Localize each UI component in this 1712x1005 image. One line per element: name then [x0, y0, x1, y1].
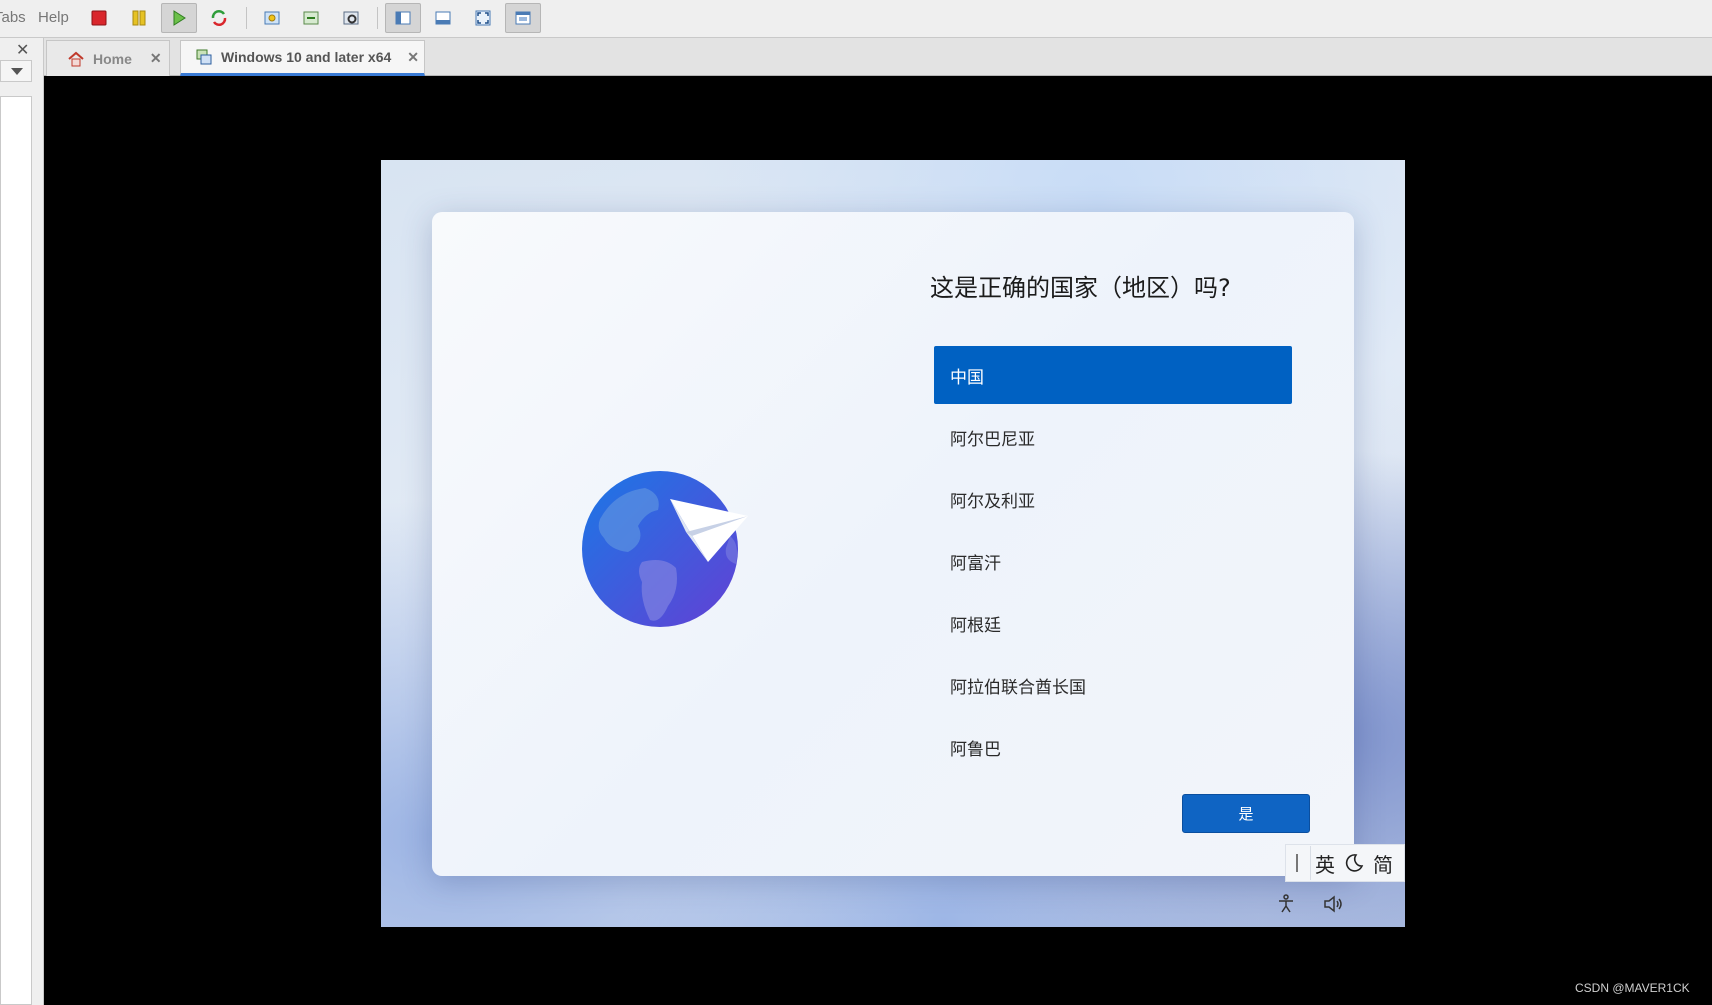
fullscreen-button[interactable] — [465, 3, 501, 33]
snapshot-manager-icon — [303, 11, 319, 25]
close-icon[interactable]: ✕ — [407, 49, 419, 66]
tab-home-label: Home — [93, 50, 132, 67]
console-view-icon — [435, 11, 451, 25]
revert-snapshot-button[interactable] — [293, 3, 329, 33]
list-item[interactable]: 阿尔及利亚 — [934, 468, 1292, 530]
menu-tabs[interactable]: Tabs — [0, 9, 26, 26]
library-dropdown[interactable] — [0, 60, 32, 82]
fullscreen-icon — [475, 10, 491, 26]
moon-icon[interactable] — [1343, 852, 1365, 874]
snapshot-button[interactable] — [254, 3, 290, 33]
settings-icon — [343, 11, 359, 25]
pause-button[interactable] — [121, 3, 157, 33]
sidebar-view-button[interactable] — [385, 3, 421, 33]
console-view-button[interactable] — [425, 3, 461, 33]
snapshot-icon — [264, 11, 280, 25]
list-item[interactable]: 阿鲁巴 — [934, 716, 1292, 778]
sidebar-view-icon — [395, 11, 411, 25]
list-item[interactable]: 阿富汗 — [934, 530, 1292, 592]
vm-settings-button[interactable] — [333, 3, 369, 33]
vm-display[interactable]: 这是正确的国家（地区）吗? 中国 阿尔巴尼亚 阿尔及利亚 阿富汗 阿根廷 阿拉伯… — [381, 160, 1405, 927]
close-icon[interactable]: ✕ — [150, 50, 162, 67]
vm-icon — [196, 49, 212, 65]
list-item[interactable]: 阿根廷 — [934, 592, 1292, 654]
home-icon — [68, 51, 84, 66]
ime-drag-handle[interactable] — [1296, 854, 1298, 872]
restart-icon — [211, 10, 227, 26]
ime-mode-toggle[interactable]: 英 — [1315, 849, 1335, 878]
host-toolbar: Tabs Help — [0, 0, 1712, 38]
library-panel: ✕ — [0, 38, 44, 1005]
play-button[interactable] — [161, 3, 197, 33]
play-icon — [173, 10, 186, 26]
setup-card: 这是正确的国家（地区）吗? 中国 阿尔巴尼亚 阿尔及利亚 阿富汗 阿根廷 阿拉伯… — [432, 212, 1354, 876]
list-item[interactable]: 中国 — [934, 346, 1292, 404]
library-tree[interactable] — [0, 96, 32, 1005]
list-item[interactable]: 阿尔巴尼亚 — [934, 406, 1292, 468]
yes-button[interactable]: 是 — [1182, 794, 1310, 833]
close-library-icon[interactable]: ✕ — [16, 40, 29, 59]
restart-button[interactable] — [201, 3, 237, 33]
tab-bar: Home ✕ Windows 10 and later x64 ✕ — [44, 38, 1712, 76]
ime-toolbar: 英 简 — [1285, 844, 1405, 882]
globe-illustration — [582, 471, 748, 627]
tab-home[interactable]: Home ✕ — [46, 40, 170, 76]
menu-help[interactable]: Help — [38, 9, 69, 26]
chevron-down-icon — [11, 68, 23, 75]
ime-separator — [1310, 846, 1311, 880]
setup-question: 这是正确的国家（地区）吗? — [930, 274, 1231, 302]
country-list[interactable]: 中国 阿尔巴尼亚 阿尔及利亚 阿富汗 阿根廷 阿拉伯联合酋长国 阿鲁巴 — [934, 346, 1292, 778]
pause-icon — [132, 10, 146, 26]
watermark: CSDN @MAVER1CK — [1575, 981, 1690, 995]
toolbar-separator — [246, 7, 247, 29]
unity-view-icon — [515, 11, 531, 25]
volume-icon[interactable] — [1322, 893, 1344, 915]
tab-vm[interactable]: Windows 10 and later x64 ✕ — [180, 40, 425, 76]
toolbar-separator — [377, 7, 378, 29]
stop-button[interactable] — [81, 3, 117, 33]
accessibility-icon[interactable] — [1275, 893, 1297, 915]
ime-script-toggle[interactable]: 简 — [1373, 849, 1393, 878]
stop-icon — [91, 10, 107, 26]
unity-view-button[interactable] — [505, 3, 541, 33]
list-item[interactable]: 阿拉伯联合酋长国 — [934, 654, 1292, 716]
tab-vm-label: Windows 10 and later x64 — [221, 49, 392, 65]
